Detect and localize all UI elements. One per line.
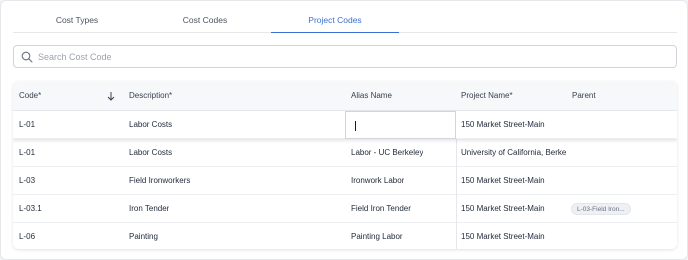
column-header-project-name[interactable]: Project Name* — [461, 81, 513, 111]
column-divider — [456, 139, 457, 167]
table-row[interactable]: L-01 Labor Costs 150 Market Street-Main — [13, 111, 677, 139]
tab-cost-types[interactable]: Cost Types — [13, 7, 141, 33]
cell-alias-name: Painting Labor — [351, 232, 403, 241]
cell-project-name: 150 Market Street-Main — [461, 120, 545, 129]
alias-name-editor[interactable] — [345, 111, 456, 139]
cell-project-name: 150 Market Street-Main — [461, 204, 545, 213]
tab-cost-codes[interactable]: Cost Codes — [141, 7, 269, 33]
column-header-parent[interactable]: Parent — [572, 81, 596, 111]
table-row[interactable]: L-03.1 Iron Tender Field Iron Tender 150… — [13, 195, 677, 223]
cell-description: Labor Costs — [129, 148, 173, 157]
cell-description: Painting — [129, 232, 158, 241]
cell-description: Field Ironworkers — [129, 176, 191, 185]
text-cursor — [355, 121, 356, 131]
cell-code: L-01 — [19, 148, 36, 157]
cell-code: L-03 — [19, 176, 36, 185]
table-row[interactable]: L-01 Labor Costs Labor - UC Berkeley Uni… — [13, 139, 677, 167]
search-icon — [21, 51, 33, 63]
parent-badge[interactable]: L-03-Field Iron... — [571, 203, 631, 215]
column-divider — [456, 195, 457, 223]
search-input[interactable] — [38, 48, 658, 66]
cell-alias-name: Field Iron Tender — [351, 204, 411, 213]
cost-code-table: Code* Description* Alias Name Project Na… — [13, 81, 677, 249]
column-divider — [456, 223, 457, 249]
cell-description: Iron Tender — [129, 204, 170, 213]
cell-description: Labor Costs — [129, 120, 173, 129]
tab-bar: Cost Types Cost Codes Project Codes — [13, 7, 677, 33]
cell-project-name: 150 Market Street-Main — [461, 176, 545, 185]
column-header-alias-name[interactable]: Alias Name — [351, 81, 392, 111]
column-divider — [456, 167, 457, 195]
cell-alias-name: Ironwork Labor — [351, 176, 405, 185]
column-header-code[interactable]: Code* — [19, 81, 41, 111]
project-codes-panel: Cost Types Cost Codes Project Codes Code… — [0, 0, 688, 260]
cell-code: L-06 — [19, 232, 36, 241]
table-header: Code* Description* Alias Name Project Na… — [13, 81, 677, 111]
cell-code: L-03.1 — [19, 204, 42, 213]
table-row[interactable]: L-06 Painting Painting Labor 150 Market … — [13, 223, 677, 249]
cell-project-name: University of California, Berke — [461, 148, 567, 157]
column-header-description[interactable]: Description* — [129, 81, 172, 111]
search-box — [13, 45, 677, 68]
tab-project-codes[interactable]: Project Codes — [271, 7, 399, 33]
cell-alias-name: Labor - UC Berkeley — [351, 148, 424, 157]
table-row[interactable]: L-03 Field Ironworkers Ironwork Labor 15… — [13, 167, 677, 195]
cell-code: L-01 — [19, 120, 36, 129]
cell-project-name: 150 Market Street-Main — [461, 232, 545, 241]
arrow-down-icon[interactable] — [107, 91, 115, 101]
